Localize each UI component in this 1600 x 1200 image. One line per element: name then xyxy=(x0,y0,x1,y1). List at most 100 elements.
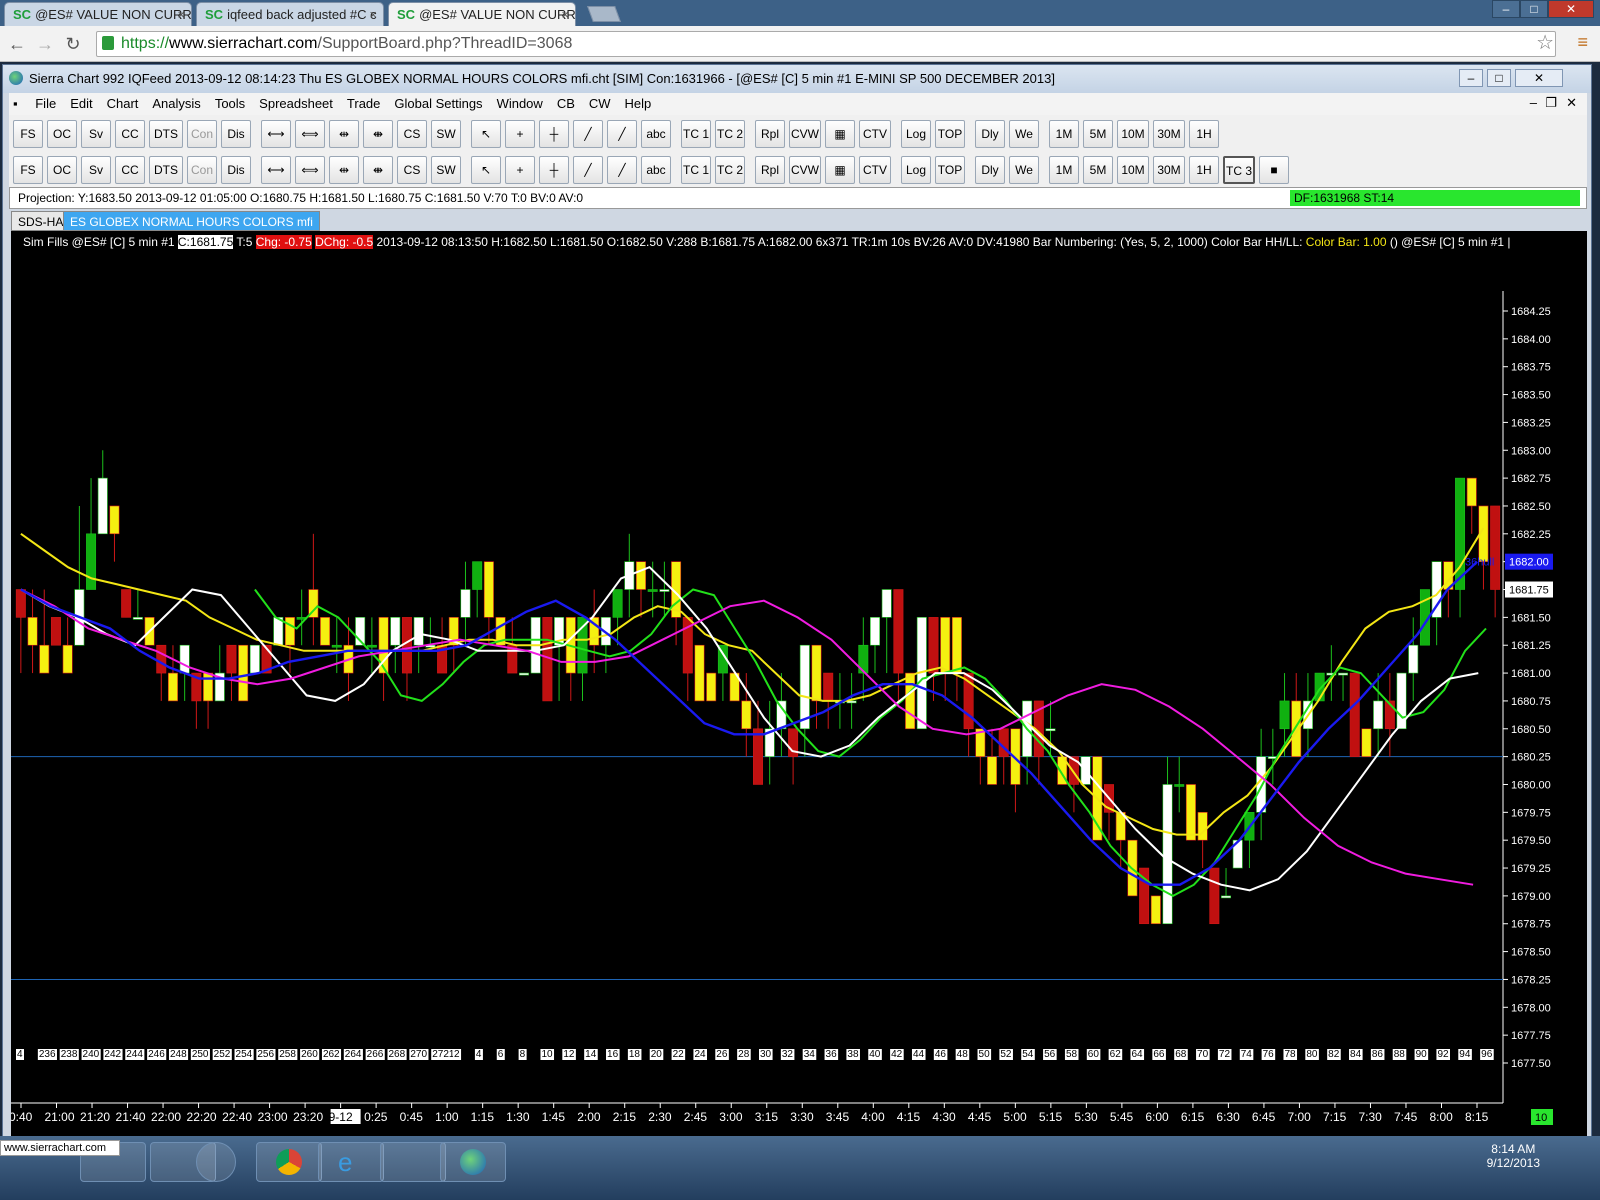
toolbar-button-2[interactable]: Sv xyxy=(81,156,111,184)
maximize-icon[interactable]: □ xyxy=(1520,0,1548,18)
toolbar-button-22[interactable]: CVW xyxy=(789,156,821,184)
app-minimize-icon[interactable]: – xyxy=(1459,69,1483,87)
close-icon[interactable]: × xyxy=(369,7,377,22)
reload-icon[interactable]: ↻ xyxy=(62,34,84,55)
toolbar-button-1[interactable]: OC xyxy=(47,156,77,184)
menu-analysis[interactable]: Analysis xyxy=(145,93,207,114)
toolbar-button-28[interactable]: We xyxy=(1009,120,1039,148)
mdi-restore-icon[interactable]: ❐ xyxy=(1545,95,1557,111)
toolbar-button-12[interactable]: SW xyxy=(431,120,461,148)
browser-tab-2[interactable]: SC iqfeed back adjusted #C c × xyxy=(196,2,384,26)
toolbar-button-24[interactable]: CTV xyxy=(859,156,891,184)
toolbar-button-26[interactable]: TOP xyxy=(935,120,965,148)
toolbar-button-10[interactable]: ⇼ xyxy=(363,156,393,184)
menu-global-settings[interactable]: Global Settings xyxy=(387,93,489,114)
menu-chart[interactable]: Chart xyxy=(100,93,146,114)
ie-taskbar-button[interactable]: e xyxy=(318,1142,384,1182)
toolbar-button-11[interactable]: CS xyxy=(397,156,427,184)
toolbar-button-24[interactable]: CTV xyxy=(859,120,891,148)
toolbar-button-3[interactable]: CC xyxy=(115,120,145,148)
toolbar-button-17[interactable]: ╱ xyxy=(607,156,637,184)
toolbar-button-13[interactable]: ↖ xyxy=(471,156,501,184)
toolbar-button-35[interactable]: ■ xyxy=(1259,156,1289,184)
toolbar-button-31[interactable]: 10M xyxy=(1117,120,1149,148)
toolbar-button-30[interactable]: 5M xyxy=(1083,156,1113,184)
toolbar-button-33[interactable]: 1H xyxy=(1189,120,1219,148)
close-icon[interactable]: × xyxy=(561,7,569,22)
toolbar-button-18[interactable]: abc xyxy=(641,156,671,184)
back-icon[interactable]: ← xyxy=(6,34,28,55)
toolbar-button-8[interactable]: ⟺ xyxy=(295,120,325,148)
app-maximize-icon[interactable]: □ xyxy=(1487,69,1511,87)
toolbar-button-18[interactable]: abc xyxy=(641,120,671,148)
toolbar-button-20[interactable]: TC 2 xyxy=(715,120,745,148)
price-chart[interactable]: Sim Fills @ES# [C] 5 min #1 C:1681.75 T:… xyxy=(11,231,1587,1161)
toolbar-button-19[interactable]: TC 1 xyxy=(681,120,711,148)
toolbar-button-23[interactable]: ▦ xyxy=(825,156,855,184)
toolbar-button-0[interactable]: FS xyxy=(13,156,43,184)
toolbar-button-7[interactable]: ⟷ xyxy=(261,120,291,148)
toolbar-button-29[interactable]: 1M xyxy=(1049,156,1079,184)
mdi-close-icon[interactable]: ✕ xyxy=(1566,95,1577,111)
menu-cw[interactable]: CW xyxy=(582,93,618,114)
chart-tab-es-globex[interactable]: ES GLOBEX NORMAL HOURS COLORS mfi xyxy=(63,211,320,231)
toolbar-button-32[interactable]: 30M xyxy=(1153,156,1185,184)
toolbar-button-25[interactable]: Log xyxy=(901,120,931,148)
toolbar-button-16[interactable]: ╱ xyxy=(573,120,603,148)
toolbar-button-4[interactable]: DTS xyxy=(149,156,183,184)
toolbar-button-6[interactable]: Dis xyxy=(221,156,251,184)
toolbar-button-9[interactable]: ⇹ xyxy=(329,156,359,184)
toolbar-button-4[interactable]: DTS xyxy=(149,120,183,148)
menu-help[interactable]: Help xyxy=(618,93,659,114)
toolbar-button-11[interactable]: CS xyxy=(397,120,427,148)
menu-file[interactable]: File xyxy=(28,93,63,114)
toolbar-button-5[interactable]: Con xyxy=(187,156,217,184)
toolbar-button-15[interactable]: ┼ xyxy=(539,120,569,148)
minimize-icon[interactable]: – xyxy=(1492,0,1520,18)
menu-trade[interactable]: Trade xyxy=(340,93,387,114)
mdi-minimize-icon[interactable]: – xyxy=(1530,95,1537,110)
toolbar-button-3[interactable]: CC xyxy=(115,156,145,184)
url-input[interactable]: https://www.sierrachart.com/SupportBoard… xyxy=(96,31,1556,57)
toolbar-button-16[interactable]: ╱ xyxy=(573,156,603,184)
toolbar-button-33[interactable]: 1H xyxy=(1189,156,1219,184)
browser-tab-3[interactable]: SC @ES# VALUE NON CURRE × xyxy=(388,2,576,26)
toolbar-button-20[interactable]: TC 2 xyxy=(715,156,745,184)
forward-icon[interactable]: → xyxy=(34,34,56,55)
app-taskbar-button[interactable] xyxy=(380,1142,446,1182)
toolbar-button-31[interactable]: 10M xyxy=(1117,156,1149,184)
menu-edit[interactable]: Edit xyxy=(63,93,99,114)
toolbar-button-5[interactable]: Con xyxy=(187,120,217,148)
app-close-icon[interactable]: ✕ xyxy=(1515,69,1563,87)
toolbar-button-27[interactable]: Dly xyxy=(975,120,1005,148)
toolbar-button-22[interactable]: CVW xyxy=(789,120,821,148)
menu-tools[interactable]: Tools xyxy=(208,93,252,114)
toolbar-button-1[interactable]: OC xyxy=(47,120,77,148)
toolbar-button-8[interactable]: ⟺ xyxy=(295,156,325,184)
toolbar-button-32[interactable]: 30M xyxy=(1153,120,1185,148)
toolbar-button-12[interactable]: SW xyxy=(431,156,461,184)
toolbar-button-17[interactable]: ╱ xyxy=(607,120,637,148)
toolbar-button-19[interactable]: TC 1 xyxy=(681,156,711,184)
chrome-taskbar-button[interactable] xyxy=(256,1142,322,1182)
menu-cb[interactable]: CB xyxy=(550,93,582,114)
system-clock[interactable]: 8:14 AM 9/12/2013 xyxy=(1487,1142,1540,1170)
toolbar-button-6[interactable]: Dis xyxy=(221,120,251,148)
toolbar-button-25[interactable]: Log xyxy=(901,156,931,184)
toolbar-button-14[interactable]: + xyxy=(505,120,535,148)
close-window-icon[interactable]: ✕ xyxy=(1548,0,1594,18)
menu-spreadsheet[interactable]: Spreadsheet xyxy=(252,93,340,114)
close-icon[interactable]: × xyxy=(177,7,185,22)
hp-icon[interactable] xyxy=(196,1142,236,1182)
toolbar-button-21[interactable]: Rpl xyxy=(755,120,785,148)
toolbar-button-7[interactable]: ⟷ xyxy=(261,156,291,184)
menu-window[interactable]: Window xyxy=(490,93,550,114)
browser-tab-1[interactable]: SC @ES# VALUE NON CURRE × xyxy=(4,2,192,26)
toolbar-button-29[interactable]: 1M xyxy=(1049,120,1079,148)
toolbar-button-26[interactable]: TOP xyxy=(935,156,965,184)
toolbar-button-30[interactable]: 5M xyxy=(1083,120,1113,148)
toolbar-button-23[interactable]: ▦ xyxy=(825,120,855,148)
toolbar-button-2[interactable]: Sv xyxy=(81,120,111,148)
toolbar-button-34[interactable]: TC 3 xyxy=(1223,156,1255,184)
toolbar-button-9[interactable]: ⇹ xyxy=(329,120,359,148)
